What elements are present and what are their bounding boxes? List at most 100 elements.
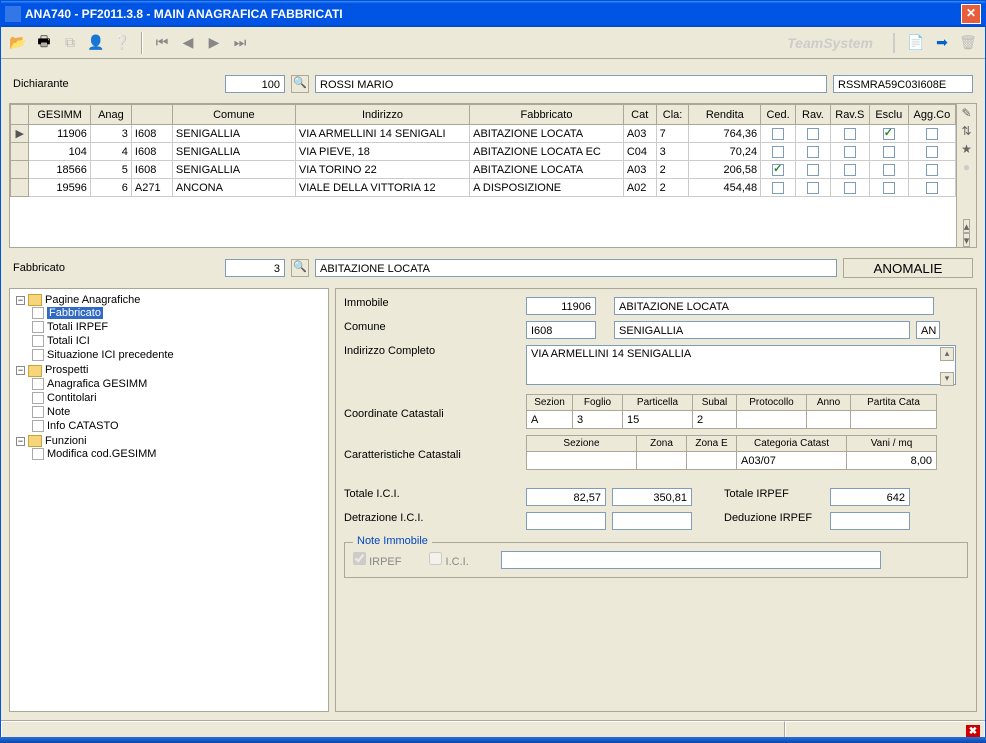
tree-item[interactable]: Note xyxy=(47,406,70,418)
note-input[interactable] xyxy=(501,551,881,569)
fabbricato-num[interactable]: 3 xyxy=(225,259,285,277)
caratt-cell[interactable]: 8,00 xyxy=(847,452,937,470)
grid-col-12[interactable]: Esclu xyxy=(869,105,908,125)
grid-col-5[interactable]: Fabbricato xyxy=(470,105,624,125)
grid-col-0[interactable]: GESIMM xyxy=(29,105,90,125)
ded-irpef[interactable] xyxy=(830,512,910,530)
tree-item[interactable]: Totali ICI xyxy=(47,335,90,347)
tree-item[interactable]: Totali IRPEF xyxy=(47,321,108,333)
comune-desc[interactable]: SENIGALLIA xyxy=(614,321,910,339)
checkbox-esclu[interactable] xyxy=(883,164,895,176)
coord-cell[interactable]: A xyxy=(527,411,573,429)
checkbox-rav[interactable] xyxy=(807,146,819,158)
detr-ici-2[interactable] xyxy=(612,512,692,530)
checkbox-ravs[interactable] xyxy=(844,182,856,194)
print-icon[interactable]: 🖶 xyxy=(33,32,55,54)
checkbox-ravs[interactable] xyxy=(844,128,856,140)
indirizzo-scroll-down-icon[interactable]: ▾ xyxy=(940,372,954,386)
caratt-cell[interactable] xyxy=(527,452,637,470)
copy-icon[interactable]: ⧉ xyxy=(59,32,81,54)
indirizzo-input[interactable] xyxy=(526,345,956,385)
grid-action-4-icon[interactable]: ● xyxy=(960,160,974,174)
grid-action-1-icon[interactable]: ✎ xyxy=(960,106,974,120)
help-icon[interactable]: ❔ xyxy=(111,32,133,54)
grid-col-10[interactable]: Rav. xyxy=(796,105,831,125)
grid-col-1[interactable]: Anag xyxy=(90,105,131,125)
checkbox-agg[interactable] xyxy=(926,182,938,194)
dichiarante-lookup-icon[interactable]: 🔍 xyxy=(291,75,309,93)
coord-cell[interactable] xyxy=(851,411,937,429)
checkbox-rav[interactable] xyxy=(807,164,819,176)
checkbox-rav[interactable] xyxy=(807,182,819,194)
tot-ici-2[interactable]: 350,81 xyxy=(612,488,692,506)
scroll-up-icon[interactable]: ▴ xyxy=(963,219,971,233)
checkbox-esclu[interactable] xyxy=(883,146,895,158)
tot-irpef[interactable]: 642 xyxy=(830,488,910,506)
caratt-cell[interactable] xyxy=(687,452,737,470)
checkbox-ced[interactable] xyxy=(772,128,784,140)
open-icon[interactable]: 📂 xyxy=(7,32,29,54)
trash-icon[interactable]: 🗑 xyxy=(957,32,979,54)
table-row[interactable]: 1044I608SENIGALLIAVIA PIEVE, 18ABITAZION… xyxy=(11,143,956,161)
fabbricato-lookup-icon[interactable]: 🔍 xyxy=(291,259,309,277)
dichiarante-name[interactable]: ROSSI MARIO xyxy=(315,75,827,93)
tree-item[interactable]: Contitolari xyxy=(47,392,97,404)
table-row[interactable]: 185665I608SENIGALLIAVIA TORINO 22ABITAZI… xyxy=(11,161,956,179)
scroll-down-icon[interactable]: ▾ xyxy=(963,233,971,247)
grid-action-3-icon[interactable]: ★ xyxy=(960,142,974,156)
tree-item[interactable]: Info CATASTO xyxy=(47,420,119,432)
tree-folder-label[interactable]: Funzioni xyxy=(45,435,87,447)
grid-col-13[interactable]: Agg.Co xyxy=(908,105,955,125)
grid-col-7[interactable]: Cla: xyxy=(656,105,689,125)
checkbox-rav[interactable] xyxy=(807,128,819,140)
caratt-cell[interactable]: A03/07 xyxy=(737,452,847,470)
chk-irpef[interactable]: IRPEF xyxy=(353,552,401,568)
chk-ici[interactable]: I.C.I. xyxy=(429,552,468,568)
checkbox-ravs[interactable] xyxy=(844,164,856,176)
comune-code[interactable]: I608 xyxy=(526,321,596,339)
checkbox-esclu[interactable] xyxy=(883,128,895,140)
grid-col-4[interactable]: Indirizzo xyxy=(295,105,469,125)
nav-next-icon[interactable]: ▶ xyxy=(203,32,225,54)
fabbricato-desc[interactable]: ABITAZIONE LOCATA xyxy=(315,259,837,277)
dichiarante-code[interactable]: 100 xyxy=(225,75,285,93)
coord-cell[interactable] xyxy=(807,411,851,429)
tree-folder-label[interactable]: Prospetti xyxy=(45,364,88,376)
dichiarante-cf[interactable]: RSSMRA59C03I608E xyxy=(833,75,973,93)
grid-col-6[interactable]: Cat xyxy=(623,105,656,125)
tree-item[interactable]: Anagrafica GESIMM xyxy=(47,378,147,390)
immobile-desc[interactable]: ABITAZIONE LOCATA xyxy=(614,297,934,315)
checkbox-ced[interactable] xyxy=(772,182,784,194)
grid-col-9[interactable]: Ced. xyxy=(761,105,796,125)
tree-panel[interactable]: −Pagine AnagraficheFabbricatoTotali IRPE… xyxy=(9,288,329,712)
checkbox-esclu[interactable] xyxy=(883,182,895,194)
nav-last-icon[interactable]: ⏭ xyxy=(229,32,251,54)
checkbox-agg[interactable] xyxy=(926,146,938,158)
table-row[interactable]: ▶119063I608SENIGALLIAVIA ARMELLINI 14 SE… xyxy=(11,125,956,143)
tree-item[interactable]: Modifica cod.GESIMM xyxy=(47,448,156,460)
immobile-code[interactable]: 11906 xyxy=(526,297,596,315)
user-icon[interactable]: 👤 xyxy=(85,32,107,54)
coord-cell[interactable] xyxy=(737,411,807,429)
grid-col-3[interactable]: Comune xyxy=(172,105,295,125)
grid-col-2[interactable] xyxy=(131,105,172,125)
grid-col-11[interactable]: Rav.S xyxy=(830,105,869,125)
tree-folder-label[interactable]: Pagine Anagrafiche xyxy=(45,294,140,306)
comune-prov[interactable]: AN xyxy=(916,321,940,339)
checkbox-agg[interactable] xyxy=(926,164,938,176)
coord-cell[interactable]: 2 xyxy=(693,411,737,429)
checkbox-ravs[interactable] xyxy=(844,146,856,158)
nav-first-icon[interactable]: ⏮ xyxy=(151,32,173,54)
anomalie-button[interactable]: ANOMALIE xyxy=(843,258,973,278)
export-icon[interactable]: ➡ xyxy=(931,32,953,54)
table-row[interactable]: 195966A271ANCONAVIALE DELLA VITTORIA 12A… xyxy=(11,179,956,197)
tot-ici-1[interactable]: 82,57 xyxy=(526,488,606,506)
tree-item[interactable]: Situazione ICI precedente xyxy=(47,349,174,361)
checkbox-ced[interactable] xyxy=(772,146,784,158)
grid-action-2-icon[interactable]: ⇅ xyxy=(960,124,974,138)
indirizzo-scroll-up-icon[interactable]: ▴ xyxy=(940,347,954,361)
doc-icon[interactable]: 📄 xyxy=(905,32,927,54)
close-button[interactable]: ✕ xyxy=(961,4,981,24)
grid-col-8[interactable]: Rendita xyxy=(689,105,761,125)
checkbox-ced[interactable] xyxy=(772,164,784,176)
